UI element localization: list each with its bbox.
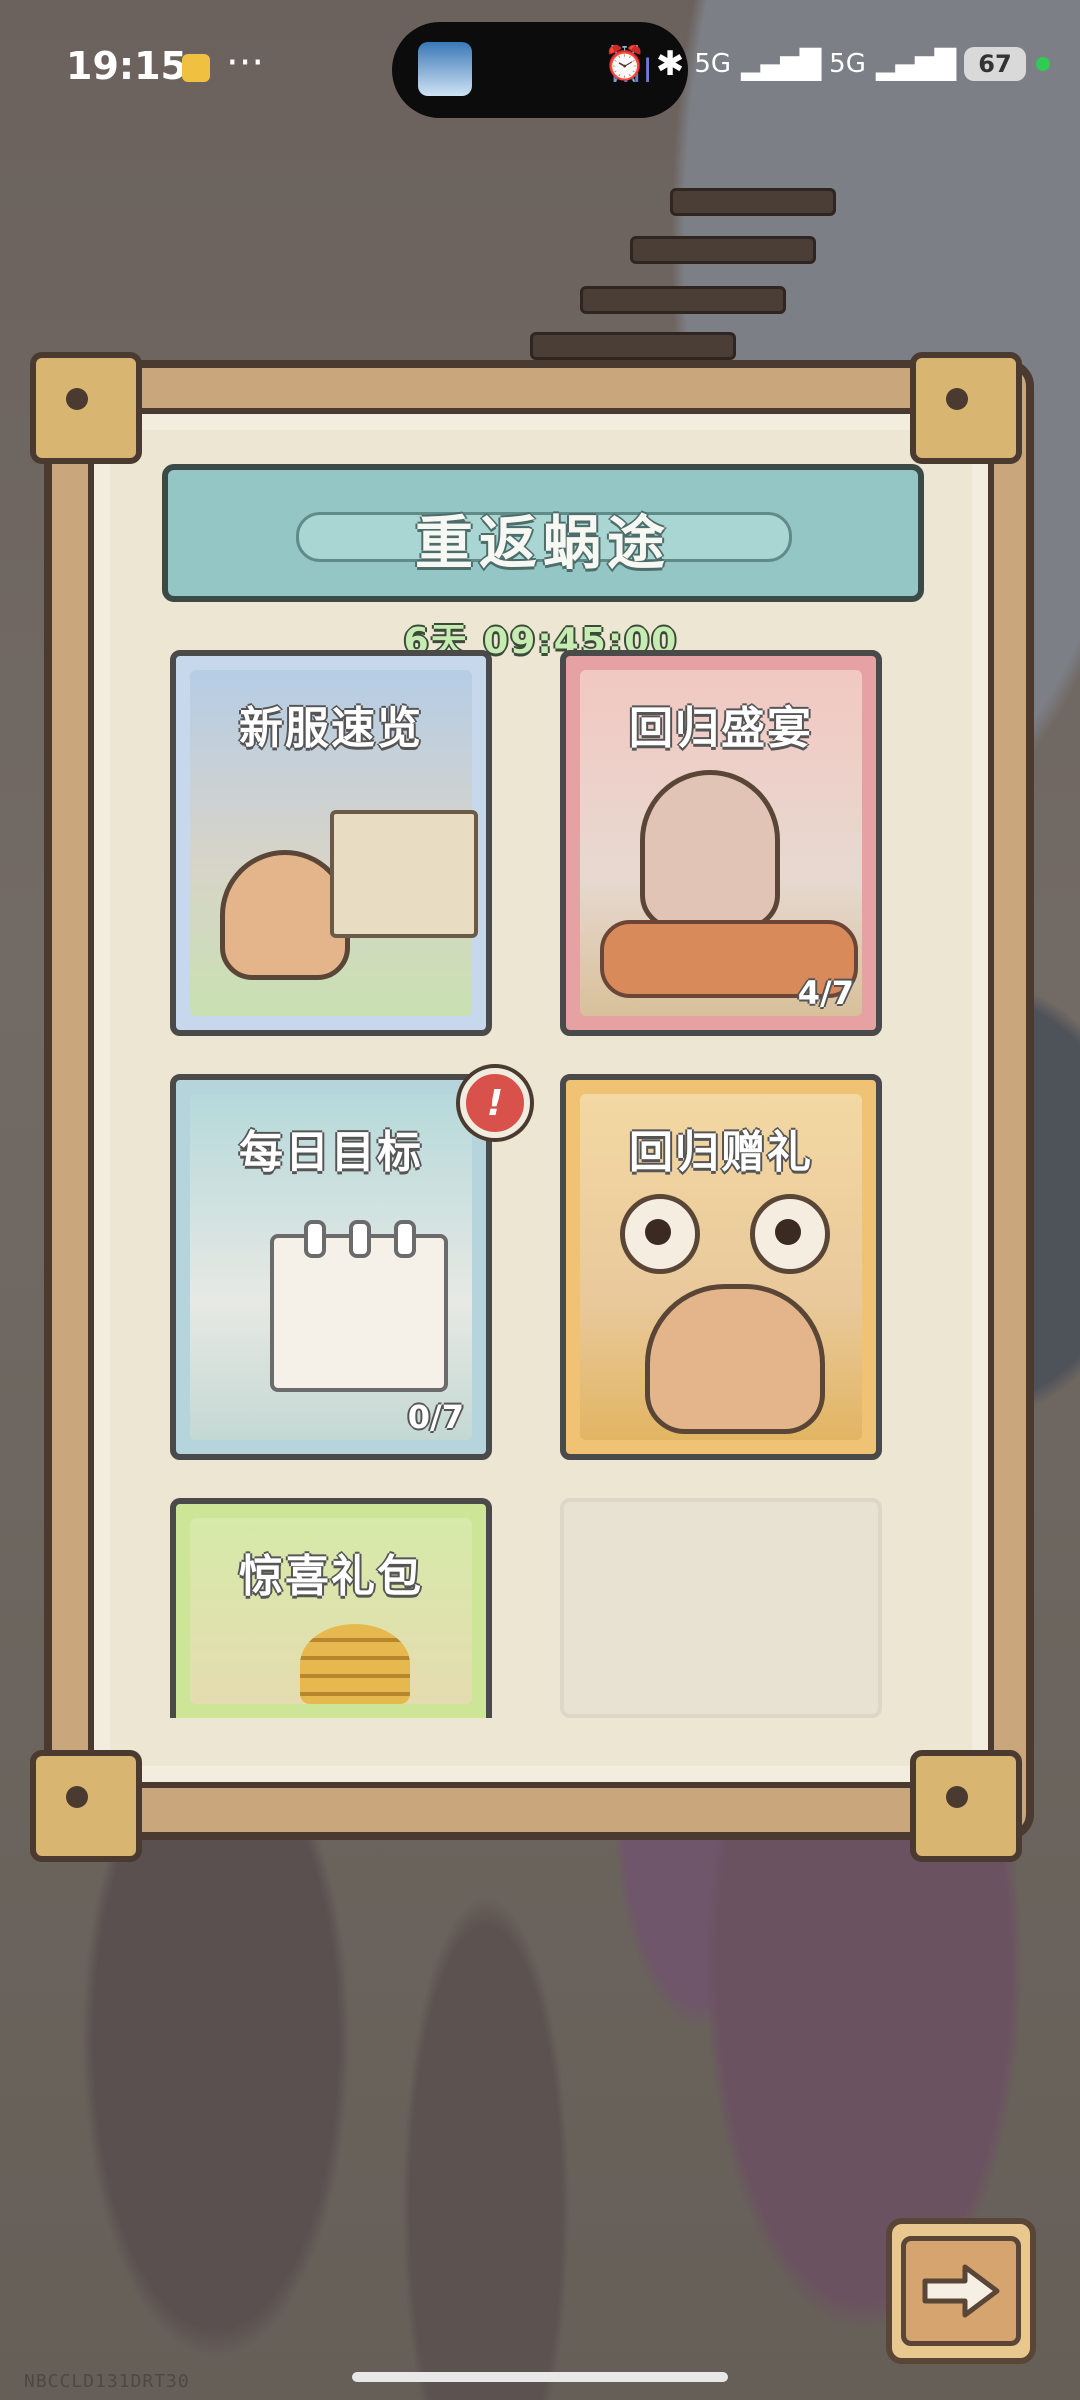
card-progress: 0/7 [407, 1398, 464, 1436]
calendar-icon [270, 1220, 448, 1392]
card-label: 每日目标 [239, 1127, 423, 1178]
signal-icon: ▂▄▆█ [741, 47, 821, 81]
snail-icon [640, 770, 780, 930]
card-progress: 4/7 [797, 974, 854, 1012]
status-bar: 19:15 ··· ılıl ⏰ ✱ 5G ▂▄▆█ 5G ▂▄▆█ 67 [0, 0, 1080, 130]
watermark-text: NBCCLD131DRT30 [24, 2371, 190, 2392]
bluetooth-icon: ✱ [655, 44, 685, 84]
event-title: 重返蜗途 [414, 509, 671, 577]
board-corner-bottom-right [910, 1750, 1022, 1862]
home-indicator[interactable] [352, 2372, 728, 2382]
coin-stack-icon [300, 1624, 410, 1704]
card-new-server-preview[interactable]: 新服速览 [170, 650, 492, 1036]
alert-badge-icon: ! [460, 1068, 530, 1138]
arrow-right-icon [901, 2236, 1021, 2346]
card-label: 惊喜礼包 [239, 1551, 423, 1602]
more-notifications-icon: ··· [226, 40, 265, 86]
bulletin-board-icon [330, 810, 478, 938]
empty-card-slot [560, 1498, 882, 1718]
board-corner-bottom-left [30, 1750, 142, 1862]
battery-indicator: 67 [964, 47, 1026, 81]
snail-eye-left-icon [620, 1194, 700, 1274]
card-label: 新服速览 [239, 703, 423, 754]
card-return-feast[interactable]: 回归盛宴 4/7 [560, 650, 882, 1036]
network-type-1: 5G [694, 49, 732, 79]
snail-icon [645, 1284, 825, 1434]
card-surprise-pack[interactable]: 惊喜礼包 [170, 1498, 492, 1718]
board-corner-top-right [910, 352, 1022, 464]
board-corner-top-left [30, 352, 142, 464]
alarm-icon: ⏰ [603, 44, 646, 84]
status-icons: ⏰ ✱ 5G ▂▄▆█ 5G ▂▄▆█ 67 [603, 44, 1050, 84]
network-type-2: 5G [829, 49, 866, 79]
next-button[interactable] [886, 2218, 1036, 2364]
card-daily-goals[interactable]: 每日目标 0/7 [170, 1074, 492, 1460]
background-steps [520, 180, 840, 360]
media-thumbnail [418, 42, 472, 96]
card-return-gift[interactable]: 回归赠礼 [560, 1074, 882, 1460]
clock: 19:15 [66, 44, 187, 88]
privacy-indicator-icon [1036, 57, 1050, 71]
card-label: 回归盛宴 [629, 703, 813, 754]
app-notification-icon [182, 54, 210, 82]
signal-icon-2: ▂▄▆█ [875, 47, 956, 81]
card-label: 回归赠礼 [629, 1127, 813, 1178]
title-banner: 重返蜗途 [162, 464, 924, 602]
snail-eye-right-icon [750, 1194, 830, 1274]
